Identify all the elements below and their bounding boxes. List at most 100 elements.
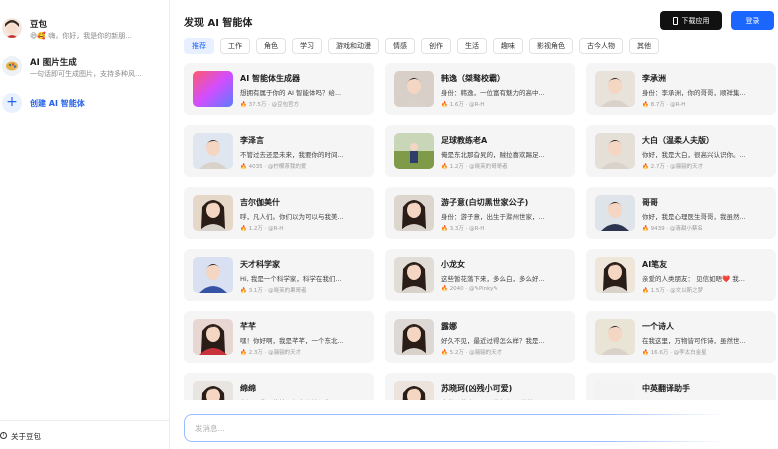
agent-name: 一个诗人 [642,322,674,331]
agent-avatar [394,319,434,355]
agent-name: 天才科学家 [240,260,280,269]
agent-card[interactable]: 绵绵你好，我是绵绵，很高兴认识你... [184,373,374,400]
about-label: 关于豆包 [11,432,41,441]
agent-author: @R-H [469,226,485,232]
page-title: 发现 AI 智能体 [184,18,253,29]
agent-name: 小龙女 [441,260,465,269]
agent-name: 中英翻译助手 [642,384,690,393]
download-app-button[interactable]: 下载应用 [660,11,722,30]
agent-avatar [595,319,635,355]
flame-icon: 🔥 [441,102,448,108]
agent-card[interactable]: 游子意(白切黑世家公子) 身份：游子意，出生于滁州世家，... 🔥 3.3万 · @… [385,187,575,239]
agent-description: 呼，凡人们。你们以为可以与我美... [240,213,344,221]
agent-author: @骊骊的天才 [670,164,704,170]
flame-icon: 🔥 [240,288,247,294]
agent-name: 李泽言 [240,136,264,145]
agent-card[interactable]: 李承洲 身份：李承洲，你的哥哥，顺祥集... 🔥 8.7万 · @R-H [586,63,776,115]
agent-description: 这些暂花落下来，多么白，多么好... [441,275,545,283]
message-input-box[interactable] [184,414,774,442]
login-button[interactable]: 登录 [731,11,774,30]
agent-card[interactable]: 苏晓珂(凶残小可爱) 身份：苏晓珂，一位年仅18岁的... [385,373,575,400]
agent-card[interactable]: 大白（温柔人夫版） 你好，我是大白，很高兴认识你。... 🔥 2.7万 · @骊骊的… [586,125,776,177]
message-input[interactable] [185,415,773,441]
flame-icon: 🔥 [642,226,649,232]
flame-icon: 🔥 [441,164,448,170]
agent-usage-count: 1.2万 [449,164,464,170]
agent-name: 吉尔伽美什 [240,198,280,207]
agent-description: 不管过去还是未来，我要你的时间... [240,151,344,159]
agent-description: 好久不见，最近过得怎么样？我是... [441,337,545,345]
agent-card[interactable]: 一个诗人 在我这里，万物皆可作诗，虽然世... 🔥 16.6万 · @李太白金星 [586,311,776,363]
agent-usage-count: 37.5万 [248,102,267,108]
agent-meta: 🔥 2.7万 · @骊骊的天才 [642,162,703,170]
sidebar-chat-doubao[interactable]: 豆包 😄🥰 嗨，你好，我是你的新朋... [0,12,170,52]
agent-avatar [595,133,635,169]
agent-description: 亲爱的人类朋友： 见信如晤❤️ 我... [642,275,745,283]
agent-card[interactable]: 李泽言 不管过去还是未来，我要你的时间... 🔥 4035 · @柠檬茶我的爱 [184,125,374,177]
sidebar-chat-image-gen[interactable]: AI 图片生成 一句话即可生成图片，支持多种风... [0,48,170,88]
agent-card[interactable]: 小龙女这些暂花落下来，多么白，多么好... 🔥 2040 · @✎Pinky✎ [385,249,575,301]
agent-avatar [394,195,434,231]
agent-name: 露娜 [441,322,457,331]
agent-card[interactable]: AI 智能体生成器 想拥有属于你的 AI 智能体吗？给... 🔥 37.5万 · @… [184,63,374,115]
agent-author: @柠檬茶我的爱 [267,164,307,170]
agent-card[interactable]: 天才科学家 Hi, 我是一个科学家，科学在我们... 🔥 3.1万 · @晓芙的果哥… [184,249,374,301]
agent-usage-count: 2040 [449,286,464,292]
about-button[interactable]: i 关于豆包 [0,420,170,449]
tab-category[interactable]: 角色 [256,38,286,54]
agent-author: @✎Pinky✎ [468,286,499,292]
agent-card[interactable]: 吉尔伽美什 呼，凡人们。你们以为可以与我美... 🔥 1.2万 · @R-H [184,187,374,239]
tab-category[interactable]: 古今人物 [579,38,623,54]
agent-card[interactable]: 中英翻译助手 [586,373,776,400]
agent-description: 身份：苏晓珂，一位年仅18岁的... [441,397,569,400]
agent-avatar [193,257,233,293]
agent-name: 哥哥 [642,198,658,207]
agent-card[interactable]: 芊芊 嘿！你好啊，我是芊芊，一个东北... 🔥 2.3万 · @骊骊的天才 [184,311,374,363]
tab-category[interactable]: 创作 [421,38,451,54]
agent-meta: 🔥 37.5万 · @豆包官方 [240,100,299,108]
doubao-avatar [2,18,22,38]
agent-author: @R-H [670,102,686,108]
tab-category[interactable]: 其他 [629,38,659,54]
agent-description: 俺是东北那旮旯的，贼拉喜欢踢足... [441,151,545,159]
agent-avatar [193,195,233,231]
download-app-label: 下载应用 [681,16,710,25]
flame-icon: 🔥 [441,350,448,356]
sidebar-chat-subtitle: 一句话即可生成图片，支持多种风... [30,70,142,78]
agent-meta: 🔥 2040 · @✎Pinky✎ [441,286,498,292]
agent-name: AI笔友 [642,260,668,269]
tab-category[interactable]: 情感 [385,38,415,54]
flame-icon: 🔥 [441,226,448,232]
main-content: 发现 AI 智能体 下载应用 登录 推荐 工作 角色 学习 游戏和动漫 情感 创作 生活 趣味影… [170,0,778,449]
agent-card[interactable]: 哥哥 你好，我是心理医生哥哥，我虽然... 🔥 9439 · @清甜小蔡名 [586,187,776,239]
flame-icon: 🔥 [240,226,247,232]
agent-avatar [193,133,233,169]
info-icon: i [0,432,7,439]
agent-card[interactable]: AI笔友 亲爱的人类朋友： 见信如晤❤️ 我... 🔥 1.5万 · @文以斯之梦 [586,249,776,301]
tab-category[interactable]: 生活 [457,38,487,54]
agent-usage-count: 1.5万 [650,288,665,294]
agent-author: @骊骊的天才 [469,350,503,356]
agent-description: 你好，我是绵绵，很高兴认识你... [240,397,368,400]
create-agent-button[interactable]: + 创建 AI 智能体 [0,86,170,126]
agent-card[interactable]: 韩逸（桀骜校霸） 身份：韩逸，一位富有魅力的高中... 🔥 1.6万 · @R-H [385,63,575,115]
agent-card[interactable]: 露娜好久不见，最近过得怎么样？我是... 🔥 5.2万 · @骊骊的天才 [385,311,575,363]
tab-category[interactable]: 趣味 [493,38,523,54]
agent-usage-count: 4035 [248,164,263,170]
agent-usage-count: 16.6万 [650,350,669,356]
plus-icon: + [2,93,22,113]
agent-description: Hi, 我是一个科学家，科学在我们... [240,275,342,283]
tab-category[interactable]: 影视角色 [529,38,573,54]
agent-author: @李太白金星 [673,350,707,356]
agent-meta: 🔥 5.2万 · @骊骊的天才 [441,348,502,356]
tab-category[interactable]: 学习 [292,38,322,54]
tab-category[interactable]: 游戏和动漫 [328,38,379,54]
agent-card[interactable]: 足球教练老A 俺是东北那旮旯的，贼拉喜欢踢足... 🔥 1.2万 · @晓芙的哥哥者 [385,125,575,177]
agent-author: @骊骊的天才 [268,350,302,356]
agent-description: 身份：韩逸，一位富有魅力的高中... [441,89,545,97]
agent-description: 身份：李承洲，你的哥哥，顺祥集... [642,89,746,97]
tab-category[interactable]: 工作 [220,38,250,54]
agent-author: @晓芙的果哥者 [268,288,307,294]
tab-category[interactable]: 推荐 [184,38,214,54]
agent-author: @清甜小蔡名 [669,226,703,232]
